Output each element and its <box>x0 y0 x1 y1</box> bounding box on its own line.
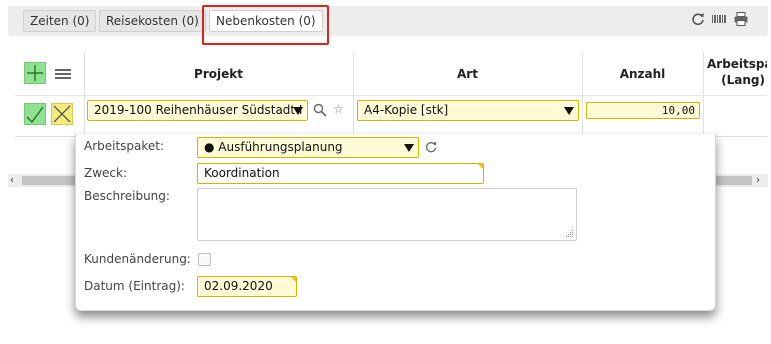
confirm-row-button[interactable] <box>24 103 46 125</box>
tab-zeiten[interactable]: Zeiten (0) <box>23 10 97 32</box>
column-header-projekt[interactable]: Projekt <box>84 52 353 95</box>
cancel-row-button[interactable] <box>51 103 73 125</box>
zweck-input[interactable]: Koordination <box>197 163 484 184</box>
header-divider <box>15 95 767 96</box>
column-header-arbeitspaket-lang-line1: Arbeitspa <box>707 57 767 71</box>
zweck-label: Zweck: <box>84 166 128 180</box>
resize-handle-icon[interactable] <box>566 230 574 238</box>
projekt-select[interactable]: 2019-100 Reihenhäuser Südstadt I <box>87 100 308 121</box>
datum-value: 02.09.2020 <box>204 279 273 293</box>
scroll-left-icon[interactable]: ‹ <box>10 175 20 186</box>
favorite-star-icon[interactable]: ☆ <box>333 102 347 116</box>
beschreibung-label: Beschreibung: <box>84 189 170 203</box>
required-marker <box>477 164 483 170</box>
close-icon <box>53 105 71 123</box>
chevron-down-icon <box>293 107 303 115</box>
datum-label: Datum (Eintrag): <box>84 279 185 293</box>
print-icon[interactable] <box>733 11 749 27</box>
column-header-arbeitspaket-lang[interactable]: Arbeitspa (Lang) <box>705 56 767 88</box>
scroll-right-icon[interactable]: › <box>756 175 766 186</box>
kundenaenderung-label: Kundenänderung: <box>84 252 191 266</box>
required-marker <box>290 277 296 283</box>
chevron-down-icon <box>404 144 414 152</box>
beschreibung-textarea[interactable] <box>197 188 577 241</box>
barcode-icon[interactable] <box>711 11 727 27</box>
refresh-icon[interactable] <box>424 140 438 154</box>
arbeitspaket-label: Arbeitspaket: <box>84 139 165 153</box>
search-icon[interactable] <box>313 103 327 117</box>
art-select[interactable]: A4-Kopie [stk] <box>357 100 579 121</box>
column-header-anzahl[interactable]: Anzahl <box>582 52 703 95</box>
zweck-value: Koordination <box>204 166 280 180</box>
kundenaenderung-checkbox[interactable] <box>198 253 211 266</box>
tab-reisekosten[interactable]: Reisekosten (0) <box>99 10 206 32</box>
projekt-value: 2019-100 Reihenhäuser Südstadt I <box>94 103 303 117</box>
arbeitspaket-select[interactable]: ● Ausführungsplanung <box>197 137 419 158</box>
anzahl-input[interactable]: 10,00 <box>586 102 700 119</box>
datum-input[interactable]: 02.09.2020 <box>197 276 297 297</box>
add-row-button[interactable] <box>24 62 46 84</box>
active-tab-highlight <box>202 5 329 45</box>
refresh-icon[interactable] <box>690 11 706 27</box>
plus-icon <box>27 65 43 81</box>
column-header-arbeitspaket-lang-line2: (Lang) <box>721 73 765 87</box>
menu-icon[interactable] <box>54 67 72 81</box>
arbeitspaket-value: ● Ausführungsplanung <box>204 140 343 154</box>
art-value: A4-Kopie [stk] <box>364 103 449 117</box>
column-header-art[interactable]: Art <box>353 52 582 95</box>
chevron-down-icon <box>564 107 574 115</box>
checkmark-icon <box>26 106 44 124</box>
